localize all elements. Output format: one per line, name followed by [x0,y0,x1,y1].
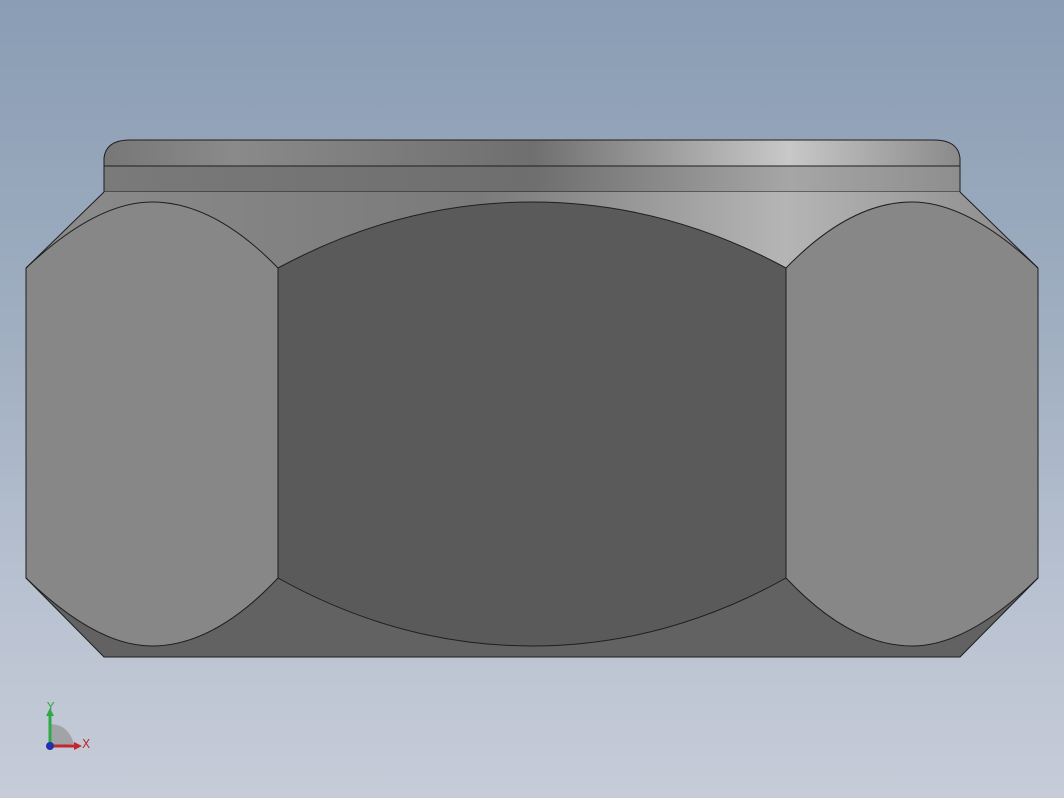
z-axis-dot [46,742,54,750]
left-side-face[interactable] [25,201,279,647]
center-face[interactable] [277,201,787,647]
graphics-viewport[interactable]: Y X [0,0,1064,798]
triad-shade [50,724,74,746]
x-axis-label: X [82,737,90,751]
collar-band [103,165,961,193]
right-side-face[interactable] [785,201,1039,647]
y-axis-label: Y [46,700,55,714]
x-axis-arrow [74,742,82,750]
hex-nut-model[interactable] [0,0,1064,798]
axis-triad: Y X [46,700,90,751]
collar-top-rim [103,139,961,167]
